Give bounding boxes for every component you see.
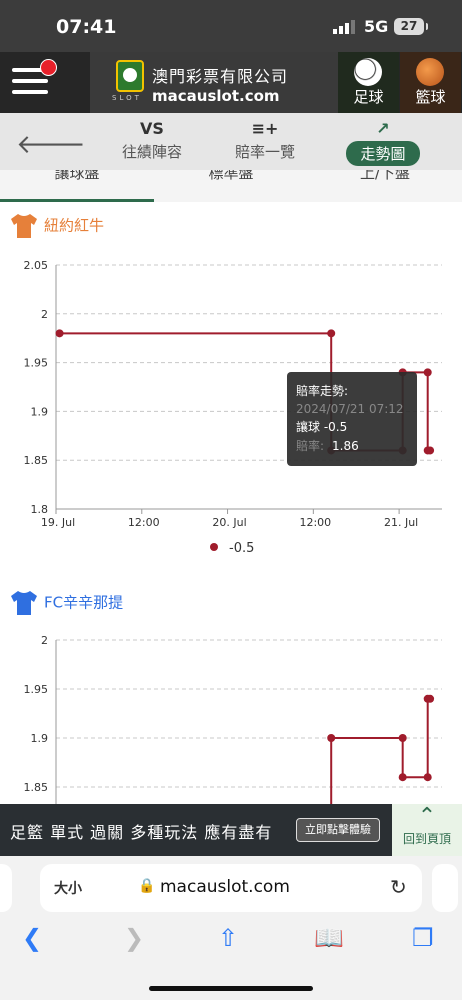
sport-soccer-button[interactable]: 足球 (338, 52, 399, 113)
shirt-icon (11, 214, 37, 238)
x-tick-label: 12:00 (299, 516, 331, 529)
y-tick-label: 1.9 (31, 732, 49, 745)
tooltip-odds-label: 賠率: (296, 438, 324, 453)
y-tick-label: 1.9 (31, 405, 49, 418)
site-header: SLOT 澳門彩票有限公司 macauslot.com 足球 籃球 (0, 52, 462, 113)
brand-logo[interactable]: SLOT 澳門彩票有限公司 macauslot.com (90, 52, 338, 113)
team-heading-home: 紐約紅牛 (10, 213, 104, 239)
sport-basketball-button[interactable]: 籃球 (400, 52, 461, 113)
lock-icon: 🔒 (138, 878, 156, 894)
legend-label: -0.5 (229, 541, 254, 556)
forward-icon[interactable]: ❯ (124, 924, 144, 952)
team-heading-away: FC辛辛那提 (10, 590, 123, 616)
sport-label: 足球 (353, 88, 384, 106)
data-point (426, 446, 435, 455)
signal-icon (333, 20, 355, 34)
legend-marker (210, 543, 218, 551)
y-tick-label: 2 (41, 634, 48, 647)
tooltip-time: 2024/07/21 07:12 (296, 402, 404, 416)
data-point (327, 734, 336, 742)
tooltip-line: 讓球 -0.5 (296, 419, 347, 434)
brand-name-en: macauslot.com (152, 87, 280, 105)
basketball-icon (416, 58, 444, 86)
next-tab-card[interactable] (432, 864, 458, 912)
url-text: macauslot.com (160, 877, 290, 897)
tooltip-odds-value: 1.86 (332, 439, 359, 453)
home-indicator (149, 986, 313, 991)
data-point (398, 734, 407, 742)
tab-odds[interactable]: ≡+ 賠率一覽 (210, 119, 320, 162)
odds-trend-chart-away: 2 1.95 1.9 1.85 (24, 634, 442, 805)
segment-standard[interactable]: 標準盤 (154, 170, 308, 183)
series-line (330, 697, 431, 805)
share-icon[interactable]: ⇧ (218, 924, 238, 952)
ad-cta-button[interactable]: 立即點擊體驗 (296, 818, 380, 842)
tab-trend[interactable]: ↗ 走勢圖 (328, 119, 438, 166)
tabs-icon[interactable]: ❐ (412, 924, 434, 952)
sport-label: 籃球 (415, 88, 446, 106)
y-tick-label: 1.85 (24, 781, 49, 794)
vs-icon: VS (140, 119, 164, 138)
chevron-up-icon: ⌃ (417, 804, 437, 829)
segment-active-indicator (0, 199, 154, 202)
back-to-top-button[interactable]: ⌃ 回到頁頂 (392, 804, 462, 856)
x-tick-label: 19. Jul (41, 516, 75, 529)
ad-text: 足籃 單式 過關 多種玩法 應有盡有 (10, 823, 273, 842)
tab-label: 走勢圖 (346, 141, 420, 166)
y-tick-label: 1.95 (24, 683, 49, 696)
browser-toolbar: 大小 🔒 macauslot.com ↻ ❮ ❯ ⇧ 📖 ❐ (0, 856, 462, 1000)
x-tick-label: 12:00 (128, 516, 160, 529)
tab-history[interactable]: VS 往績陣容 (97, 119, 207, 162)
x-tick-label: 20. Jul (212, 516, 246, 529)
data-point (55, 329, 64, 338)
brand-slot-text: SLOT (112, 94, 142, 102)
battery-tip (426, 23, 428, 30)
back-icon[interactable]: ❮ (22, 924, 42, 952)
segment-handicap[interactable]: 讓球盤 (0, 170, 154, 183)
logo-icon (116, 60, 144, 92)
back-to-top-label: 回到頁頂 (402, 832, 451, 846)
notification-dot (40, 59, 57, 76)
status-bar: 07:41 5G 27 (0, 0, 462, 52)
address-bar[interactable]: 大小 🔒 macauslot.com ↻ (40, 864, 422, 912)
text-size-button[interactable]: 大小 (54, 878, 82, 898)
list-plus-icon: ≡+ (251, 119, 279, 138)
x-tick-label: 21. Jul (384, 516, 418, 529)
data-point (423, 773, 432, 782)
segment-over-under[interactable]: 上/下盤 (308, 170, 462, 183)
tooltip-title: 賠率走勢: (296, 383, 348, 398)
bookmarks-icon[interactable]: 📖 (314, 924, 344, 952)
reload-icon[interactable]: ↻ (390, 875, 407, 899)
data-point (327, 329, 336, 338)
odds-trend-chart-home: 2.05 2 1.95 1.9 1.85 1.819. Jul 12:00 20. Jul 12… (24, 259, 442, 556)
tab-label: 往績陣容 (121, 143, 182, 161)
y-tick-label: 2.05 (24, 259, 49, 272)
sub-navigation: 🡐 VS 往績陣容 ≡+ 賠率一覽 ↗ 走勢圖 (0, 113, 462, 170)
tab-label: 賠率一覽 (234, 143, 295, 161)
battery-icon: 27 (394, 18, 424, 35)
y-tick-label: 1.85 (24, 454, 49, 467)
shirt-icon (11, 591, 37, 615)
data-point (426, 694, 435, 703)
brand-name-zh: 澳門彩票有限公司 (152, 67, 289, 86)
prev-tab-card[interactable] (0, 864, 12, 912)
data-point (398, 773, 407, 782)
y-tick-label: 1.95 (24, 357, 49, 370)
network-type: 5G (364, 17, 389, 36)
soccer-ball-icon (354, 58, 382, 86)
status-time: 07:41 (56, 16, 117, 38)
y-tick-label: 1.8 (31, 503, 49, 516)
data-point (423, 368, 432, 377)
team-name: 紐約紅牛 (44, 216, 105, 235)
back-arrow-icon[interactable]: 🡐 (16, 129, 86, 160)
trend-icon: ↗ (376, 119, 390, 138)
team-name: FC辛辛那提 (44, 593, 124, 612)
y-tick-label: 2 (41, 308, 48, 321)
market-segments: 讓球盤 標準盤 上/下盤 (0, 170, 462, 202)
